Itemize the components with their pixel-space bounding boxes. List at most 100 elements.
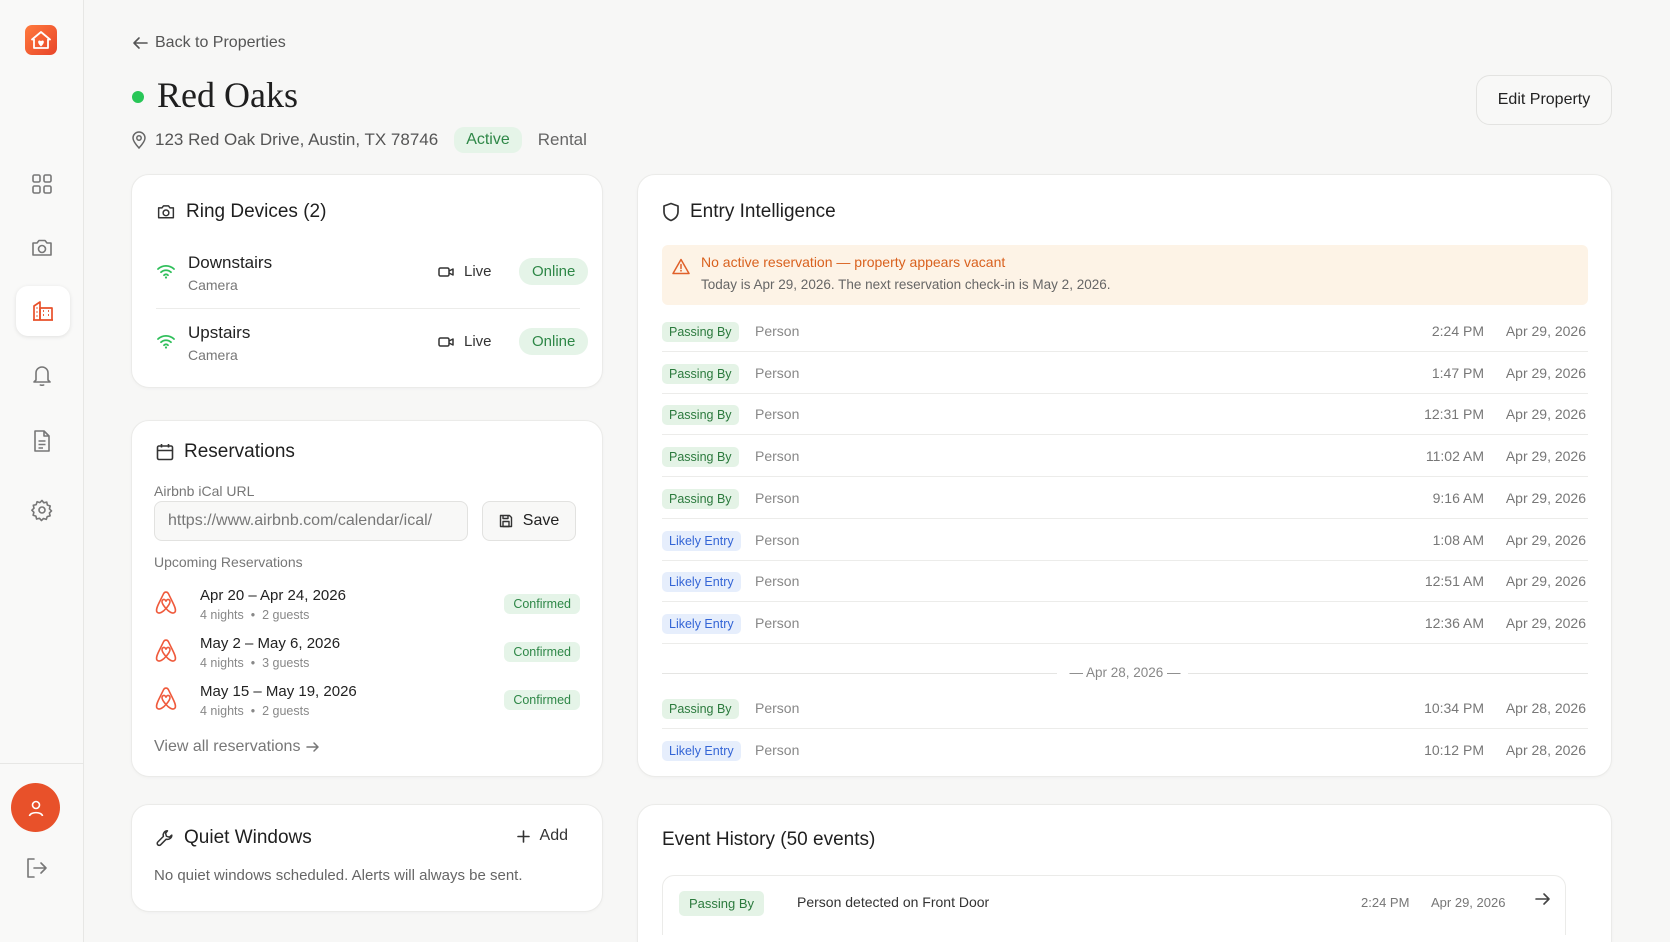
edit-property-button[interactable]: Edit Property [1476, 75, 1612, 125]
device-row-downstairs[interactable]: Downstairs Camera Live Online [156, 247, 589, 303]
nav-properties[interactable] [16, 286, 70, 336]
event-tag: Passing By [662, 363, 739, 384]
entry-event-row[interactable]: Passing By Person 12:31 PM Apr 29, 2026 [662, 394, 1588, 436]
event-tag: Likely Entry [662, 530, 741, 551]
event-date: Apr 29, 2026 [1505, 573, 1586, 590]
event-description: Person detected on Front Door [797, 894, 990, 910]
event-tag: Passing By [662, 488, 739, 509]
reservation-item[interactable]: May 15 – May 19, 2026 4 nights • 2 guest… [154, 681, 580, 725]
video-icon [438, 336, 454, 347]
event-history-row[interactable]: Passing By Person detected on Front Door… [662, 875, 1566, 935]
save-label: Save [522, 512, 560, 529]
event-type: Person [755, 531, 800, 548]
entry-event-row[interactable]: Passing By Person 2:24 PM Apr 29, 2026 [662, 311, 1588, 352]
logout-button[interactable] [22, 853, 52, 883]
live-label: Live [464, 263, 492, 280]
video-icon [438, 266, 454, 277]
property-type: Rental [537, 130, 587, 149]
document-icon [34, 430, 50, 452]
event-tag: Passing By [662, 699, 739, 719]
alert-title: No active reservation — property appears… [701, 254, 1006, 270]
live-view-button[interactable]: Live [438, 333, 492, 350]
nav-reports[interactable] [22, 421, 62, 461]
warning-icon [672, 258, 690, 275]
shield-icon [663, 202, 679, 222]
divider [156, 308, 580, 309]
entry-event-row[interactable]: Passing By Person 10:34 PM Apr 28, 2026 [662, 688, 1588, 729]
sidebar-divider [0, 763, 84, 764]
reservation-meta: 4 nights • 2 guests [200, 608, 310, 622]
device-type: Camera [188, 277, 238, 293]
event-date: Apr 28, 2026 [1505, 700, 1586, 716]
airbnb-icon [155, 639, 177, 662]
status-badge: Active [454, 127, 522, 153]
dashboard-grid-icon [32, 174, 52, 194]
reservation-item[interactable]: May 2 – May 6, 2026 4 nights • 3 guests … [154, 633, 580, 677]
device-name: Downstairs [188, 253, 273, 272]
event-tag: Likely Entry [662, 613, 741, 634]
event-date: Apr 28, 2026 [1505, 741, 1586, 758]
event-tag: Likely Entry [662, 740, 741, 761]
arrow-left-icon [133, 37, 148, 49]
avatar[interactable] [11, 783, 60, 832]
view-all-reservations-link[interactable]: View all reservations [154, 738, 320, 756]
event-history-card: Event History (50 events) Passing By Per… [637, 804, 1612, 942]
quiet-windows-empty-text: No quiet windows scheduled. Alerts will … [154, 867, 523, 884]
entry-event-row[interactable]: Likely Entry Person 12:36 AM Apr 29, 2026 [662, 603, 1588, 644]
arrow-right-icon [306, 742, 320, 752]
nav-alerts[interactable] [22, 355, 62, 395]
event-time: 12:51 AM [1424, 573, 1484, 590]
confirmed-badge: Confirmed [504, 690, 580, 710]
ical-label: Airbnb iCal URL [154, 483, 255, 499]
bell-icon [33, 366, 51, 387]
date-separator: — Apr 28, 2026 — [662, 663, 1588, 683]
home-icon [31, 31, 51, 49]
separator-line [1188, 673, 1588, 674]
event-date: Apr 29, 2026 [1505, 448, 1586, 465]
event-type: Person [755, 489, 800, 506]
event-type: Person [755, 406, 800, 423]
nav-settings[interactable] [22, 490, 62, 530]
event-history-title: Event History (50 events) [662, 829, 876, 850]
vacancy-alert: No active reservation — property appears… [662, 245, 1588, 305]
event-tag: Passing By [662, 322, 739, 342]
entry-event-row[interactable]: Passing By Person 9:16 AM Apr 29, 2026 [662, 478, 1588, 519]
live-view-button[interactable]: Live [438, 263, 492, 280]
event-time: 10:12 PM [1424, 741, 1484, 758]
camera-icon [32, 239, 52, 256]
device-row-upstairs[interactable]: Upstairs Camera Live Online [156, 317, 589, 373]
wrench-icon [156, 830, 173, 847]
event-time: 9:16 AM [1432, 489, 1484, 506]
back-to-properties-link[interactable]: Back to Properties [132, 34, 286, 52]
entry-event-row[interactable]: Likely Entry Person 1:08 AM Apr 29, 2026 [662, 520, 1588, 561]
confirmed-badge: Confirmed [504, 594, 580, 614]
reservation-item[interactable]: Apr 20 – Apr 24, 2026 4 nights • 2 guest… [154, 585, 580, 629]
event-date: Apr 29, 2026 [1505, 323, 1586, 339]
event-type: Person [755, 448, 800, 465]
reservation-nights: 4 nights [200, 656, 244, 670]
back-link-label: Back to Properties [155, 34, 286, 51]
reservation-guests: 2 guests [262, 704, 310, 718]
address-row: 123 Red Oak Drive, Austin, TX 78746 Acti… [131, 127, 587, 153]
entry-event-row[interactable]: Likely Entry Person 10:12 PM Apr 28, 2026 [662, 730, 1588, 771]
reservation-dates: May 2 – May 6, 2026 [200, 635, 341, 652]
nav-dashboard[interactable] [22, 164, 62, 204]
app-logo[interactable] [25, 25, 57, 55]
nav-cameras[interactable] [22, 228, 62, 268]
plus-icon [516, 829, 530, 843]
event-tag: Passing By [662, 405, 739, 426]
event-time: 12:31 PM [1424, 406, 1484, 423]
entry-event-row[interactable]: Likely Entry Person 12:51 AM Apr 29, 2026 [662, 561, 1588, 603]
entry-event-row[interactable]: Passing By Person 11:02 AM Apr 29, 2026 [662, 436, 1588, 478]
save-button[interactable]: Save [482, 501, 576, 541]
ical-url-input[interactable] [154, 501, 468, 541]
reservation-guests: 3 guests [262, 656, 310, 670]
user-icon [28, 800, 43, 816]
entry-event-row[interactable]: Passing By Person 1:47 PM Apr 29, 2026 [662, 353, 1588, 394]
event-date: Apr 29, 2026 [1505, 531, 1586, 548]
ring-devices-title: Ring Devices (2) [156, 201, 326, 223]
add-quiet-window-button[interactable]: Add [516, 827, 568, 845]
gear-icon [31, 499, 53, 522]
airbnb-icon [155, 591, 177, 614]
event-date: Apr 29, 2026 [1431, 895, 1506, 910]
